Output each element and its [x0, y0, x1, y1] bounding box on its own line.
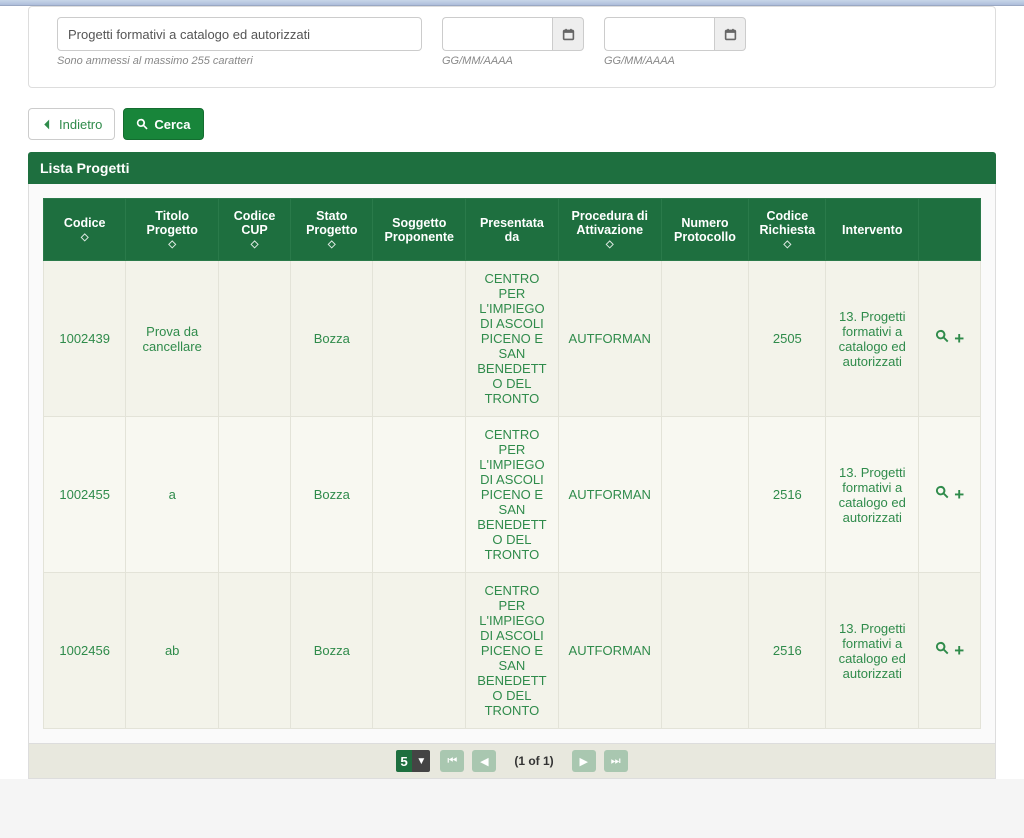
- search-button[interactable]: Cerca: [123, 108, 203, 140]
- pager-next-button[interactable]: ▶: [572, 750, 596, 772]
- th-soggetto[interactable]: Soggetto Proponente: [373, 199, 466, 261]
- th-actions: [919, 199, 981, 261]
- cell-codric: 2516: [749, 417, 826, 573]
- th-codric[interactable]: Codice Richiesta◇: [749, 199, 826, 261]
- cell-titolo: ab: [126, 573, 219, 729]
- th-intervento[interactable]: Intervento: [826, 199, 919, 261]
- cell-numprot: [661, 417, 749, 573]
- cell-procedura: AUTFORMAN: [558, 417, 661, 573]
- page-size-select[interactable]: 5: [396, 750, 412, 772]
- cell-intervento: 13. Progetti formativi a catalogo ed aut…: [826, 573, 919, 729]
- pager-prev-button[interactable]: ◀: [472, 750, 496, 772]
- search-icon: [136, 118, 149, 131]
- table-row: 1002439Prova da cancellare Bozza CENTRO PE…: [44, 261, 981, 417]
- cell-presentata: CENTRO PER L'IMPIEGO DI ASCOLI PICENO E …: [466, 573, 559, 729]
- cell-numprot: [661, 261, 749, 417]
- th-procedura[interactable]: Procedura di Attivazione◇: [558, 199, 661, 261]
- th-codice[interactable]: Codice ◇: [44, 199, 126, 261]
- sort-icon: ◇: [50, 232, 119, 243]
- cell-cup: [219, 573, 291, 729]
- chevron-left-icon: [41, 118, 54, 131]
- filter-text-input[interactable]: [57, 17, 422, 51]
- calendar-icon[interactable]: [552, 17, 584, 51]
- cell-soggetto: [373, 417, 466, 573]
- row-actions: +: [919, 261, 981, 417]
- filters-panel: Sono ammessi al massimo 255 caratteri GG…: [28, 6, 996, 88]
- back-button-label: Indietro: [59, 117, 102, 132]
- cell-titolo: Prova da cancellare: [126, 261, 219, 417]
- add-icon[interactable]: +: [954, 329, 964, 348]
- add-icon[interactable]: +: [954, 641, 964, 660]
- th-titolo[interactable]: Titolo Progetto◇: [126, 199, 219, 261]
- cell-presentata: CENTRO PER L'IMPIEGO DI ASCOLI PICENO E …: [466, 417, 559, 573]
- cell-numprot: [661, 573, 749, 729]
- cell-codice: 1002455: [44, 417, 126, 573]
- cell-stato: Bozza: [291, 261, 373, 417]
- projects-table: Codice ◇ Titolo Progetto◇ Codice CUP ◇ S…: [43, 198, 981, 729]
- date-from-help: GG/MM/AAAA: [442, 55, 584, 67]
- pager: 5 ▼ ⏮ ◀ (1 of 1) ▶ ⏭: [28, 744, 996, 779]
- cell-cup: [219, 417, 291, 573]
- panel-title: Lista Progetti: [28, 152, 996, 184]
- cell-cup: [219, 261, 291, 417]
- sort-icon: ◇: [225, 239, 284, 250]
- view-icon[interactable]: [935, 487, 950, 504]
- date-to-help: GG/MM/AAAA: [604, 55, 746, 67]
- date-from-input[interactable]: [442, 17, 552, 51]
- cell-codric: 2516: [749, 573, 826, 729]
- row-actions: +: [919, 573, 981, 729]
- add-icon[interactable]: +: [954, 485, 964, 504]
- cell-intervento: 13. Progetti formativi a catalogo ed aut…: [826, 261, 919, 417]
- cell-soggetto: [373, 573, 466, 729]
- sort-icon: ◇: [755, 239, 819, 250]
- th-presentata[interactable]: Presentata da: [466, 199, 559, 261]
- cell-intervento: 13. Progetti formativi a catalogo ed aut…: [826, 417, 919, 573]
- pager-first-button[interactable]: ⏮: [440, 750, 464, 772]
- th-numprot[interactable]: Numero Protocollo: [661, 199, 749, 261]
- sort-icon: ◇: [132, 239, 212, 250]
- cell-presentata: CENTRO PER L'IMPIEGO DI ASCOLI PICENO E …: [466, 261, 559, 417]
- cell-codice: 1002439: [44, 261, 126, 417]
- cell-stato: Bozza: [291, 573, 373, 729]
- pager-last-button[interactable]: ⏭: [604, 750, 628, 772]
- pager-label: (1 of 1): [514, 754, 553, 768]
- view-icon[interactable]: [935, 643, 950, 660]
- view-icon[interactable]: [935, 331, 950, 348]
- calendar-icon[interactable]: [714, 17, 746, 51]
- cell-procedura: AUTFORMAN: [558, 573, 661, 729]
- filter-text-help: Sono ammessi al massimo 255 caratteri: [57, 55, 422, 67]
- sort-icon: ◇: [297, 239, 366, 250]
- th-cup[interactable]: Codice CUP ◇: [219, 199, 291, 261]
- search-button-label: Cerca: [154, 117, 190, 132]
- dropdown-arrow-icon[interactable]: ▼: [412, 750, 430, 772]
- cell-procedura: AUTFORMAN: [558, 261, 661, 417]
- table-row: 1002455a Bozza CENTRO PER L'IMPIEGO DI ASC…: [44, 417, 981, 573]
- row-actions: +: [919, 417, 981, 573]
- back-button[interactable]: Indietro: [28, 108, 115, 140]
- cell-codice: 1002456: [44, 573, 126, 729]
- cell-titolo: a: [126, 417, 219, 573]
- table-row: 1002456ab Bozza CENTRO PER L'IMPIEGO DI AS…: [44, 573, 981, 729]
- cell-codric: 2505: [749, 261, 826, 417]
- cell-soggetto: [373, 261, 466, 417]
- cell-stato: Bozza: [291, 417, 373, 573]
- th-stato[interactable]: Stato Progetto◇: [291, 199, 373, 261]
- date-to-input[interactable]: [604, 17, 714, 51]
- sort-icon: ◇: [565, 239, 655, 250]
